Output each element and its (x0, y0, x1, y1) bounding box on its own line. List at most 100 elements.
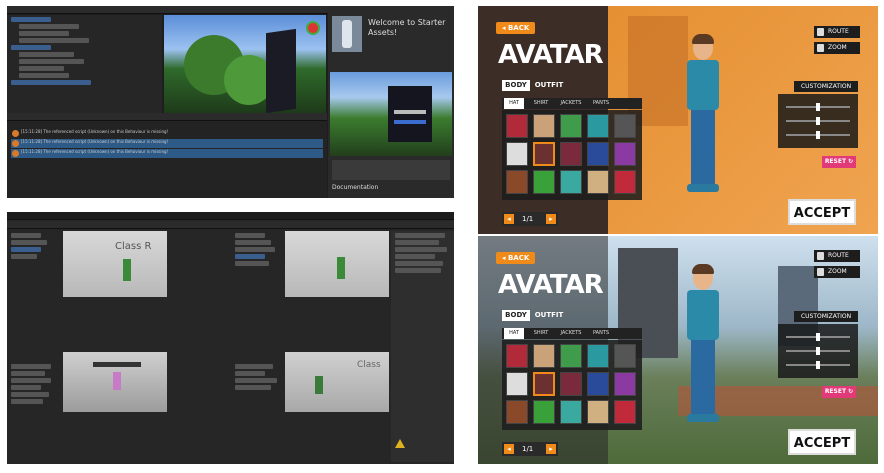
slider-knob[interactable] (816, 117, 820, 125)
reset-button[interactable]: RESET ↻ (822, 386, 856, 398)
item-jacket-green2[interactable] (533, 400, 555, 424)
next-page-button[interactable]: ▸ (546, 214, 556, 224)
subtab-hat[interactable]: HAT (504, 98, 524, 109)
scene-view[interactable] (285, 231, 389, 297)
hierarchy-row[interactable] (19, 52, 74, 57)
console-row[interactable]: [15:11:28] The referenced script (Unknow… (11, 129, 323, 138)
item-jacket-red[interactable] (506, 344, 528, 368)
size-slider[interactable] (786, 361, 850, 369)
item-jacket-crimson[interactable] (614, 400, 636, 424)
project-row[interactable] (11, 378, 51, 383)
project-row[interactable] (11, 371, 45, 376)
height-slider[interactable] (786, 333, 850, 341)
project-row[interactable] (235, 378, 277, 383)
hierarchy-row[interactable] (235, 261, 269, 266)
scene-view[interactable]: Class R (63, 231, 167, 297)
tab-body[interactable]: BODY (502, 310, 530, 321)
hierarchy-row[interactable] (11, 80, 91, 85)
item-jacket-aqua[interactable] (560, 400, 582, 424)
prev-page-button[interactable]: ◂ (504, 444, 514, 454)
zoom-button[interactable]: ZOOM (814, 42, 860, 54)
height-slider[interactable] (786, 103, 850, 111)
hierarchy-row[interactable] (235, 247, 275, 252)
item-jacket-maroon[interactable] (560, 372, 582, 396)
tab-body[interactable]: BODY (502, 80, 530, 91)
item-jacket-aqua[interactable] (560, 170, 582, 194)
console-row[interactable]: [15:11:28] The referenced script (Unknow… (11, 149, 323, 158)
hierarchy-row[interactable] (19, 66, 64, 71)
item-jacket-green2[interactable] (533, 170, 555, 194)
inspector-row[interactable] (395, 233, 445, 238)
hierarchy-row[interactable] (235, 240, 271, 245)
item-jacket-beige[interactable] (587, 400, 609, 424)
hierarchy-row[interactable] (11, 17, 51, 22)
zoom-button[interactable]: ZOOM (814, 266, 860, 278)
prev-page-button[interactable]: ◂ (504, 214, 514, 224)
item-jacket-green[interactable] (560, 344, 582, 368)
tab-outfit[interactable]: OUTFIT (532, 310, 566, 321)
hierarchy-row[interactable] (19, 38, 89, 43)
item-jacket-crimson[interactable] (614, 170, 636, 194)
project-row[interactable] (11, 385, 41, 390)
item-jacket-dark[interactable] (614, 114, 636, 138)
project-row[interactable] (235, 364, 273, 369)
route-button[interactable]: ROUTE (814, 26, 860, 38)
inspector-row[interactable] (395, 240, 439, 245)
slider-knob[interactable] (816, 361, 820, 369)
console-row[interactable]: [15:11:28] The referenced script (Unknow… (11, 139, 323, 148)
back-button[interactable]: ◂ BACK (496, 22, 536, 34)
item-jacket-selected[interactable] (533, 142, 555, 166)
item-jacket-tan[interactable] (533, 114, 555, 138)
inspector-row[interactable] (395, 247, 447, 252)
hierarchy-row[interactable] (235, 233, 265, 238)
item-jacket-dark[interactable] (614, 344, 636, 368)
hierarchy-row[interactable] (19, 59, 84, 64)
inspector-row[interactable] (395, 254, 435, 259)
hierarchy-row[interactable] (19, 73, 69, 78)
item-jacket-red[interactable] (506, 114, 528, 138)
game-view[interactable]: Class (285, 352, 389, 412)
item-jacket-purple[interactable] (614, 372, 636, 396)
hierarchy-row[interactable] (19, 31, 69, 36)
subtab-shirt[interactable]: SHIRT (528, 98, 554, 109)
item-jacket-brown[interactable] (506, 170, 528, 194)
route-button[interactable]: ROUTE (814, 250, 860, 262)
inspector-row[interactable] (395, 268, 441, 273)
item-jacket-beige[interactable] (587, 170, 609, 194)
subtab-shirt[interactable]: SHIRT (528, 328, 554, 339)
item-jacket-teal[interactable] (587, 344, 609, 368)
item-jacket-tan[interactable] (533, 344, 555, 368)
subtab-jackets[interactable]: JACKETS (556, 98, 586, 109)
item-jacket-maroon[interactable] (560, 142, 582, 166)
subtab-pants[interactable]: PANTS (588, 98, 614, 109)
project-row[interactable] (235, 385, 271, 390)
item-jacket-green[interactable] (560, 114, 582, 138)
width-slider[interactable] (786, 117, 850, 125)
item-jacket-purple[interactable] (614, 142, 636, 166)
slider-knob[interactable] (816, 103, 820, 111)
scene-view[interactable] (164, 15, 326, 113)
reset-button[interactable]: RESET ↻ (822, 156, 856, 168)
item-jacket-white[interactable] (506, 372, 528, 396)
project-row[interactable] (11, 399, 43, 404)
accept-button[interactable]: ACCEPT (788, 199, 856, 225)
hierarchy-row[interactable] (11, 247, 41, 252)
slider-knob[interactable] (816, 347, 820, 355)
back-button[interactable]: ◂ BACK (496, 252, 536, 264)
item-jacket-blue[interactable] (587, 142, 609, 166)
slider-knob[interactable] (816, 333, 820, 341)
item-jacket-blue[interactable] (587, 372, 609, 396)
documentation-heading[interactable]: Documentation (332, 184, 378, 191)
next-page-button[interactable]: ▸ (546, 444, 556, 454)
game-view[interactable] (63, 352, 167, 412)
hierarchy-row[interactable] (235, 254, 265, 259)
project-row[interactable] (235, 371, 265, 376)
hierarchy-row[interactable] (11, 45, 51, 50)
project-row[interactable] (11, 392, 49, 397)
width-slider[interactable] (786, 347, 850, 355)
tab-outfit[interactable]: OUTFIT (532, 80, 566, 91)
item-jacket-brown[interactable] (506, 400, 528, 424)
item-jacket-white[interactable] (506, 142, 528, 166)
slider-knob[interactable] (816, 131, 820, 139)
inspector-row[interactable] (395, 261, 443, 266)
